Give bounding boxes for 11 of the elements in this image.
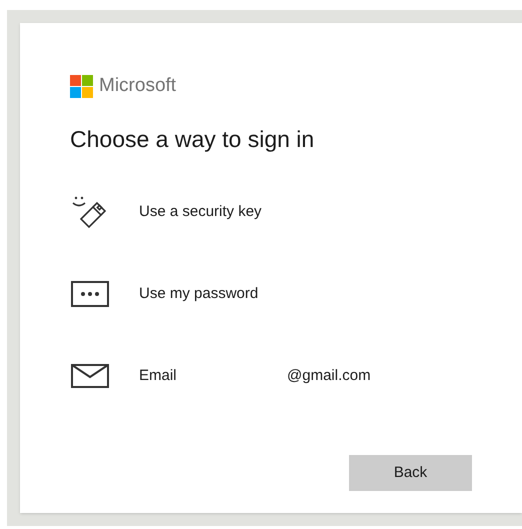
option-label[interactable]: Use a security key [139,200,287,224]
email-address: @gmail.com [287,366,371,386]
brand-name: Microsoft [99,74,176,98]
option-label[interactable]: Email [139,364,287,388]
password-icon [71,281,109,307]
mail-icon [71,364,109,388]
option-label[interactable]: Use my password [139,282,287,306]
back-button[interactable]: Back [349,455,472,491]
page-heading: Choose a way to sign in [70,125,316,154]
security-key-icon [71,195,109,229]
logo-icon [70,75,93,98]
